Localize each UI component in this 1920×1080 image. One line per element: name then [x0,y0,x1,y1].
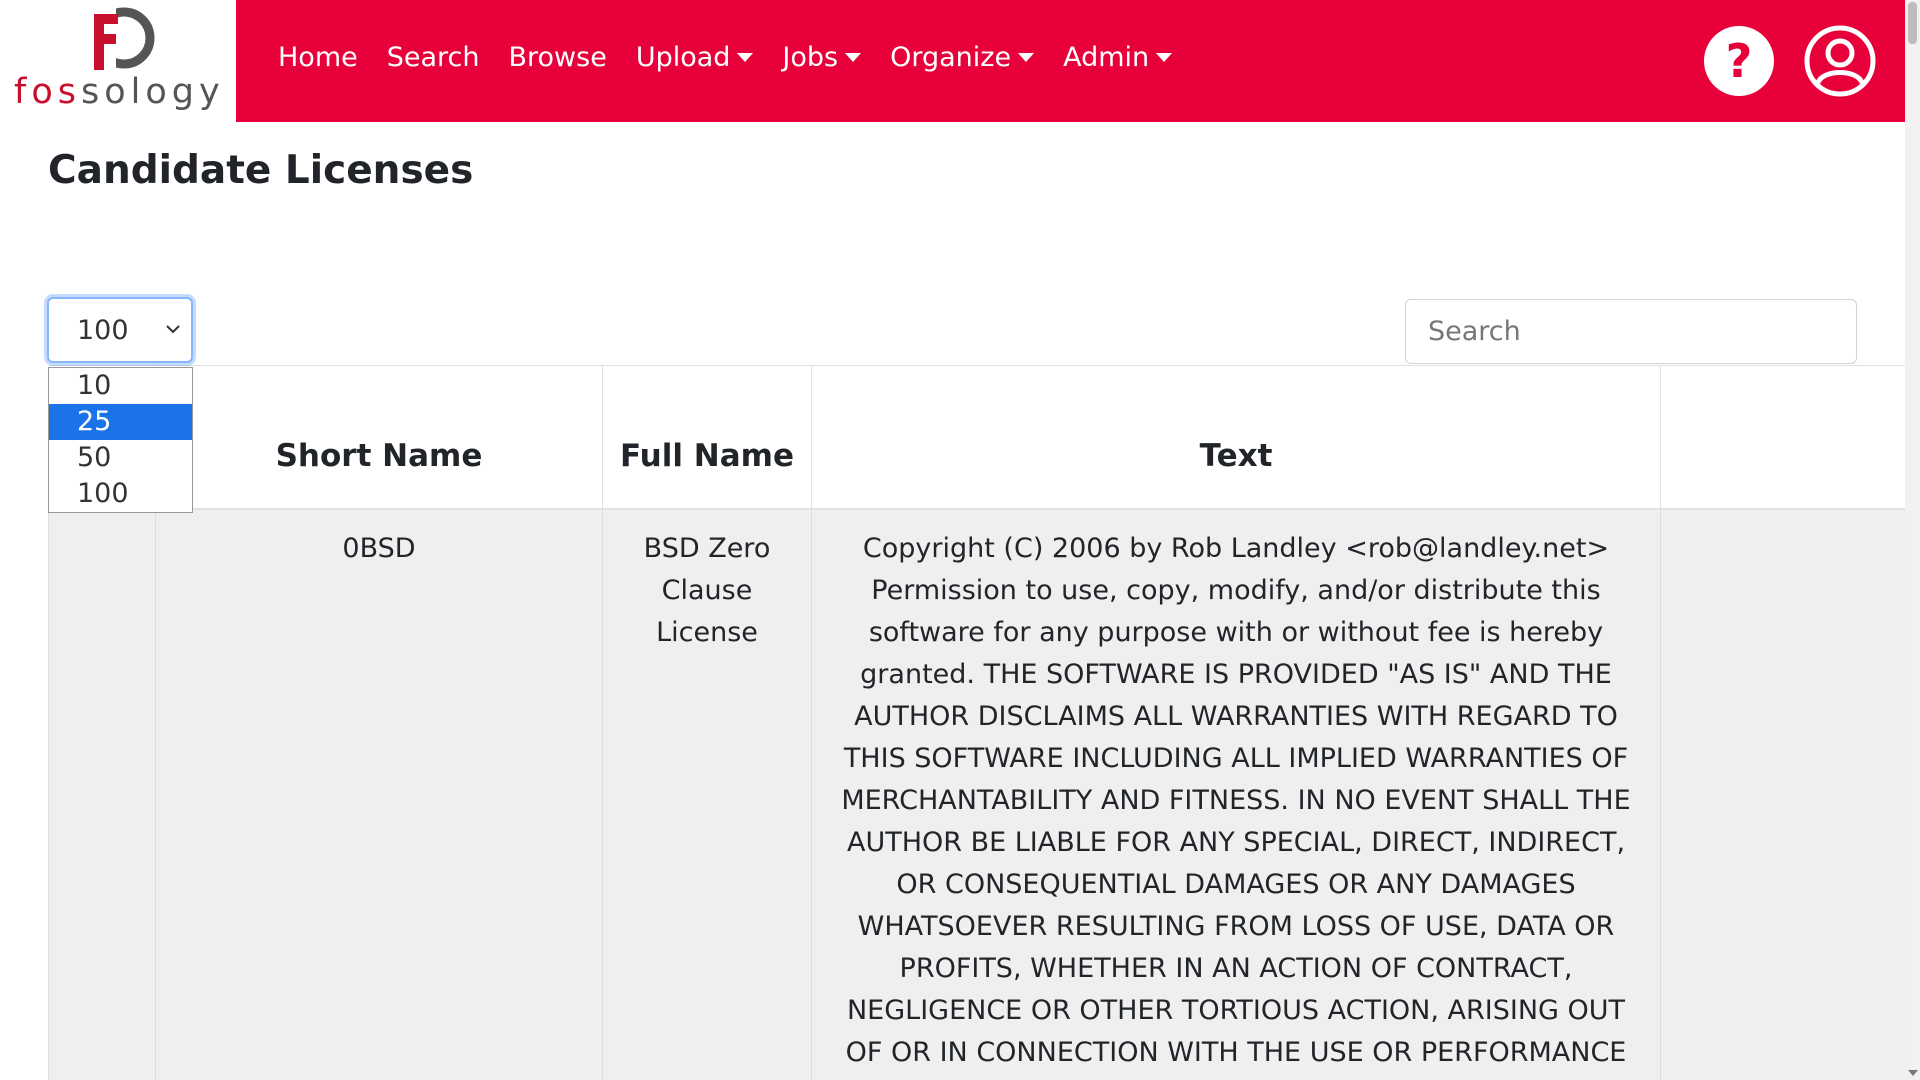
top-navbar: fossology Home Search Browse Upload Jobs… [0,0,1905,122]
table-header-row: Short Name Full Name Text [48,365,1905,510]
nav-admin-label: Admin [1063,42,1150,73]
nav-organize-dropdown[interactable]: Organize [890,42,1035,73]
table-row: 0BSD BSD Zero Clause License Copyright (… [48,508,1905,1080]
page-length-options: 10 25 50 100 [48,367,193,513]
scrollbar-thumb[interactable] [1908,2,1917,44]
nav-browse[interactable]: Browse [509,42,607,73]
column-header-text[interactable]: Text [811,365,1661,510]
svg-text:?: ? [1726,34,1753,88]
nav-browse-label: Browse [508,42,607,73]
caret-down-icon [1018,53,1035,62]
fossology-logo-mark [92,7,155,70]
page-length-option-25[interactable]: 25 [49,404,192,440]
row-select-cell [48,508,156,1080]
page-length-value: 100 [77,315,129,346]
nav-upload-label: Upload [635,42,731,73]
caret-down-icon [737,53,754,62]
full-name-cell: BSD Zero Clause License [602,508,812,1080]
column-header-actions[interactable] [1660,365,1905,510]
nav-upload-dropdown[interactable]: Upload [636,42,754,73]
short-name-cell: 0BSD [155,508,603,1080]
question-circle-icon[interactable]: ? [1703,25,1775,97]
chevron-down-icon [166,325,180,334]
page-length-option-50[interactable]: 50 [49,440,192,476]
nav-home-label: Home [278,42,358,73]
column-header-full-name[interactable]: Full Name [602,365,812,510]
nav-search-label: Search [386,42,480,73]
caret-down-icon [845,53,862,62]
page-scrollbar[interactable] [1905,0,1920,1080]
page-title: Candidate Licenses [48,148,474,193]
licenses-table-container: Short Name Full Name Text 0BSD BSD Zero … [48,365,1905,1080]
page-length-select[interactable]: 100 [47,297,193,363]
nav-admin-dropdown[interactable]: Admin [1063,42,1173,73]
nav-organize-label: Organize [890,42,1012,73]
nav-jobs-dropdown[interactable]: Jobs [782,42,862,73]
main-nav: Home Search Browse Upload Jobs Organize … [278,42,1173,73]
caret-down-icon [1156,53,1173,62]
page-length-option-100[interactable]: 100 [49,476,192,512]
fossology-wordmark: fossology [14,72,225,112]
user-circle-icon[interactable] [1804,25,1876,97]
license-text-cell: Copyright (C) 2006 by Rob Landley <rob@l… [811,508,1661,1080]
row-actions-cell [1660,508,1905,1080]
column-header-short-name[interactable]: Short Name [155,365,603,510]
fossology-logo[interactable]: fossology [0,0,236,122]
nav-search[interactable]: Search [387,42,480,73]
nav-jobs-label: Jobs [782,42,839,73]
scroll-down-arrow-icon[interactable] [1908,1070,1918,1076]
candidate-licenses-table: Short Name Full Name Text 0BSD BSD Zero … [48,365,1905,1080]
table-search-input[interactable] [1405,299,1857,364]
nav-home[interactable]: Home [278,42,358,73]
page-length-option-10[interactable]: 10 [49,368,192,404]
